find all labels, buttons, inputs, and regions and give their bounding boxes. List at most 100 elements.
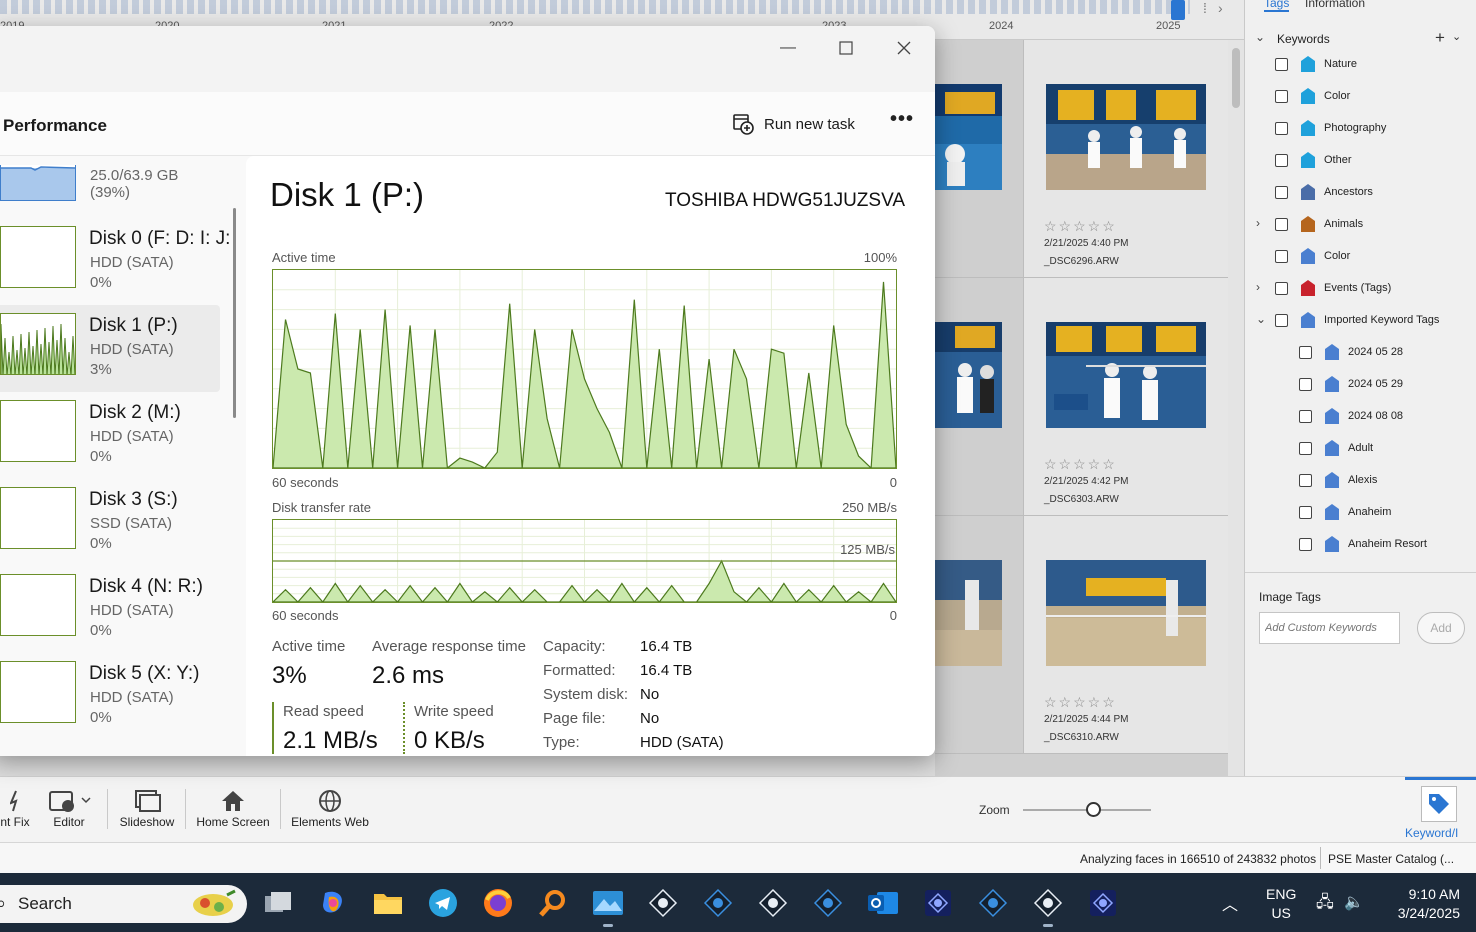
title-bar[interactable]: —: [0, 26, 935, 92]
photo-thumbnail[interactable]: [935, 84, 1002, 190]
keyword-item[interactable]: Events (Tags): [1275, 274, 1391, 302]
file-explorer-icon[interactable]: [372, 887, 404, 919]
sidebar-item-disk-2-m[interactable]: Disk 2 (M:) HDD (SATA) 0%: [0, 392, 220, 479]
keyword-checkbox[interactable]: [1275, 249, 1288, 263]
photo-thumbnail[interactable]: [1046, 322, 1206, 428]
rating-stars[interactable]: ☆☆☆☆☆: [1044, 456, 1117, 473]
firefox-icon[interactable]: [482, 887, 514, 919]
keyword-checkbox[interactable]: [1299, 441, 1312, 455]
keyword-item[interactable]: Other: [1275, 146, 1352, 174]
keyword-item[interactable]: Color: [1275, 82, 1350, 110]
keyword-info-tab[interactable]: Keyword/I: [1405, 777, 1476, 843]
language-indicator[interactable]: ENG US: [1266, 885, 1296, 923]
photo-thumbnail[interactable]: [1046, 84, 1206, 190]
home-screen-button[interactable]: Home Screen: [196, 787, 270, 829]
search-app-icon[interactable]: [537, 887, 569, 919]
keyword-item[interactable]: Nature: [1275, 50, 1357, 78]
chevron-right-icon[interactable]: ›: [1256, 216, 1260, 230]
sidebar-item-disk-1-p[interactable]: Disk 1 (P:) HDD (SATA) 3%: [0, 305, 220, 392]
add-keyword-icon[interactable]: +: [1435, 28, 1445, 48]
photo-cell[interactable]: ☆☆☆☆☆ 2/21/2025 4:40 PM _DSC6296.ARW: [1024, 40, 1228, 278]
photo-thumbnail[interactable]: [935, 322, 1002, 428]
keyword-item[interactable]: Adult: [1299, 434, 1373, 462]
close-icon[interactable]: [882, 34, 926, 62]
keyword-checkbox[interactable]: [1275, 185, 1288, 199]
keyword-item[interactable]: Photography: [1275, 114, 1386, 142]
photos-app-icon[interactable]: [592, 887, 624, 919]
sidebar-item-disk-0-f-d-i-j[interactable]: Disk 0 (F: D: I: J:) HDD (SATA) 0%: [0, 218, 230, 305]
keyword-checkbox[interactable]: [1275, 153, 1288, 167]
keyword-item[interactable]: Imported Keyword Tags: [1275, 306, 1439, 334]
keyword-checkbox[interactable]: [1299, 473, 1312, 487]
keyword-checkbox[interactable]: [1275, 121, 1288, 135]
more-options-icon[interactable]: •••: [890, 108, 914, 131]
keyword-checkbox[interactable]: [1299, 377, 1312, 391]
system-tray[interactable]: 🖧 🔈: [1316, 891, 1364, 918]
elements-app-icon[interactable]: [647, 887, 679, 919]
maximize-icon[interactable]: [824, 34, 868, 62]
keyword-checkbox[interactable]: [1275, 313, 1288, 327]
photo-thumbnail[interactable]: [1046, 560, 1206, 666]
slideshow-button[interactable]: Slideshow: [116, 787, 178, 829]
chevron-right-icon[interactable]: ›: [1256, 280, 1260, 294]
task-view-icon[interactable]: [262, 887, 294, 919]
photo-thumbnail[interactable]: [935, 560, 1002, 666]
custom-keywords-input[interactable]: [1259, 612, 1400, 644]
copilot-icon[interactable]: [317, 887, 349, 919]
chevron-down-icon[interactable]: ⌄: [1255, 30, 1265, 44]
editor-button[interactable]: Editor: [44, 787, 94, 829]
sidebar-scrollbar[interactable]: [233, 208, 236, 418]
elements-app-icon[interactable]: [702, 887, 734, 919]
chevron-right-icon[interactable]: ›: [1218, 0, 1223, 16]
zoom-slider-handle[interactable]: [1086, 802, 1102, 817]
outlook-icon[interactable]: [867, 887, 899, 919]
keyword-checkbox[interactable]: [1275, 57, 1288, 71]
keyword-item[interactable]: 2024 08 08: [1299, 402, 1403, 430]
photo-cell[interactable]: [935, 40, 1024, 278]
minimize-icon[interactable]: —: [766, 34, 810, 62]
photo-cell[interactable]: [935, 278, 1024, 516]
sidebar-item-memory[interactable]: Memory25.0/63.9 GB (39%): [0, 165, 220, 218]
keyword-item[interactable]: Color: [1275, 242, 1350, 270]
keyword-item[interactable]: Animals: [1275, 210, 1363, 238]
elements-app-icon[interactable]: [812, 887, 844, 919]
keyword-item[interactable]: Anaheim Resort: [1299, 530, 1427, 558]
instant-fix-button[interactable]: nt Fix: [0, 787, 30, 829]
photo-cell[interactable]: [935, 516, 1024, 754]
elements-app-icon[interactable]: [977, 887, 1009, 919]
elements-app-icon[interactable]: [757, 887, 789, 919]
keyword-checkbox[interactable]: [1275, 89, 1288, 103]
volume-icon[interactable]: 🔈: [1344, 894, 1364, 911]
tab-tags[interactable]: Tags: [1264, 0, 1290, 12]
scrollbar-thumb[interactable]: [1232, 48, 1240, 108]
sidebar-item-disk-3-s[interactable]: Disk 3 (S:) SSD (SATA) 0%: [0, 479, 220, 566]
keyword-checkbox[interactable]: [1275, 217, 1288, 231]
sidebar-item-disk-4-n-r[interactable]: Disk 4 (N: R:) HDD (SATA) 0%: [0, 566, 220, 653]
keyword-item[interactable]: 2024 05 29: [1299, 370, 1403, 398]
keyword-checkbox[interactable]: [1275, 281, 1288, 295]
premiere-elements-icon[interactable]: [922, 887, 954, 919]
keyword-item[interactable]: Ancestors: [1275, 178, 1373, 206]
clock[interactable]: 9:10 AM 3/24/2025: [1380, 885, 1460, 923]
taskbar-search[interactable]: ⌕ Search: [0, 885, 247, 923]
keyword-checkbox[interactable]: [1299, 409, 1312, 423]
premiere-elements-icon[interactable]: [1087, 887, 1119, 919]
chevron-up-icon[interactable]: ︿: [1222, 891, 1238, 915]
keyword-checkbox[interactable]: [1299, 537, 1312, 551]
catalog-name[interactable]: PSE Master Catalog (...: [1328, 852, 1454, 866]
chevron-down-icon[interactable]: ⌄: [1452, 30, 1461, 43]
keyword-item[interactable]: 2024 05 28: [1299, 338, 1403, 366]
keyword-checkbox[interactable]: [1299, 345, 1312, 359]
chevron-down-icon[interactable]: ⌄: [1256, 312, 1266, 326]
keywords-header[interactable]: Keywords: [1277, 32, 1330, 46]
keyword-item[interactable]: Alexis: [1299, 466, 1377, 494]
grid-scrollbar[interactable]: [1228, 40, 1244, 776]
rating-stars[interactable]: ☆☆☆☆☆: [1044, 694, 1117, 711]
sidebar-item-disk-5-x-y[interactable]: Disk 5 (X: Y:) HDD (SATA) 0%: [0, 653, 220, 740]
timeline-handle[interactable]: [1171, 0, 1185, 20]
network-icon[interactable]: 🖧: [1316, 894, 1334, 911]
telegram-icon[interactable]: [427, 887, 459, 919]
keyword-checkbox[interactable]: [1299, 505, 1312, 519]
photo-cell[interactable]: ☆☆☆☆☆ 2/21/2025 4:44 PM _DSC6310.ARW: [1024, 516, 1228, 754]
elements-web-button[interactable]: Elements Web: [290, 787, 370, 829]
